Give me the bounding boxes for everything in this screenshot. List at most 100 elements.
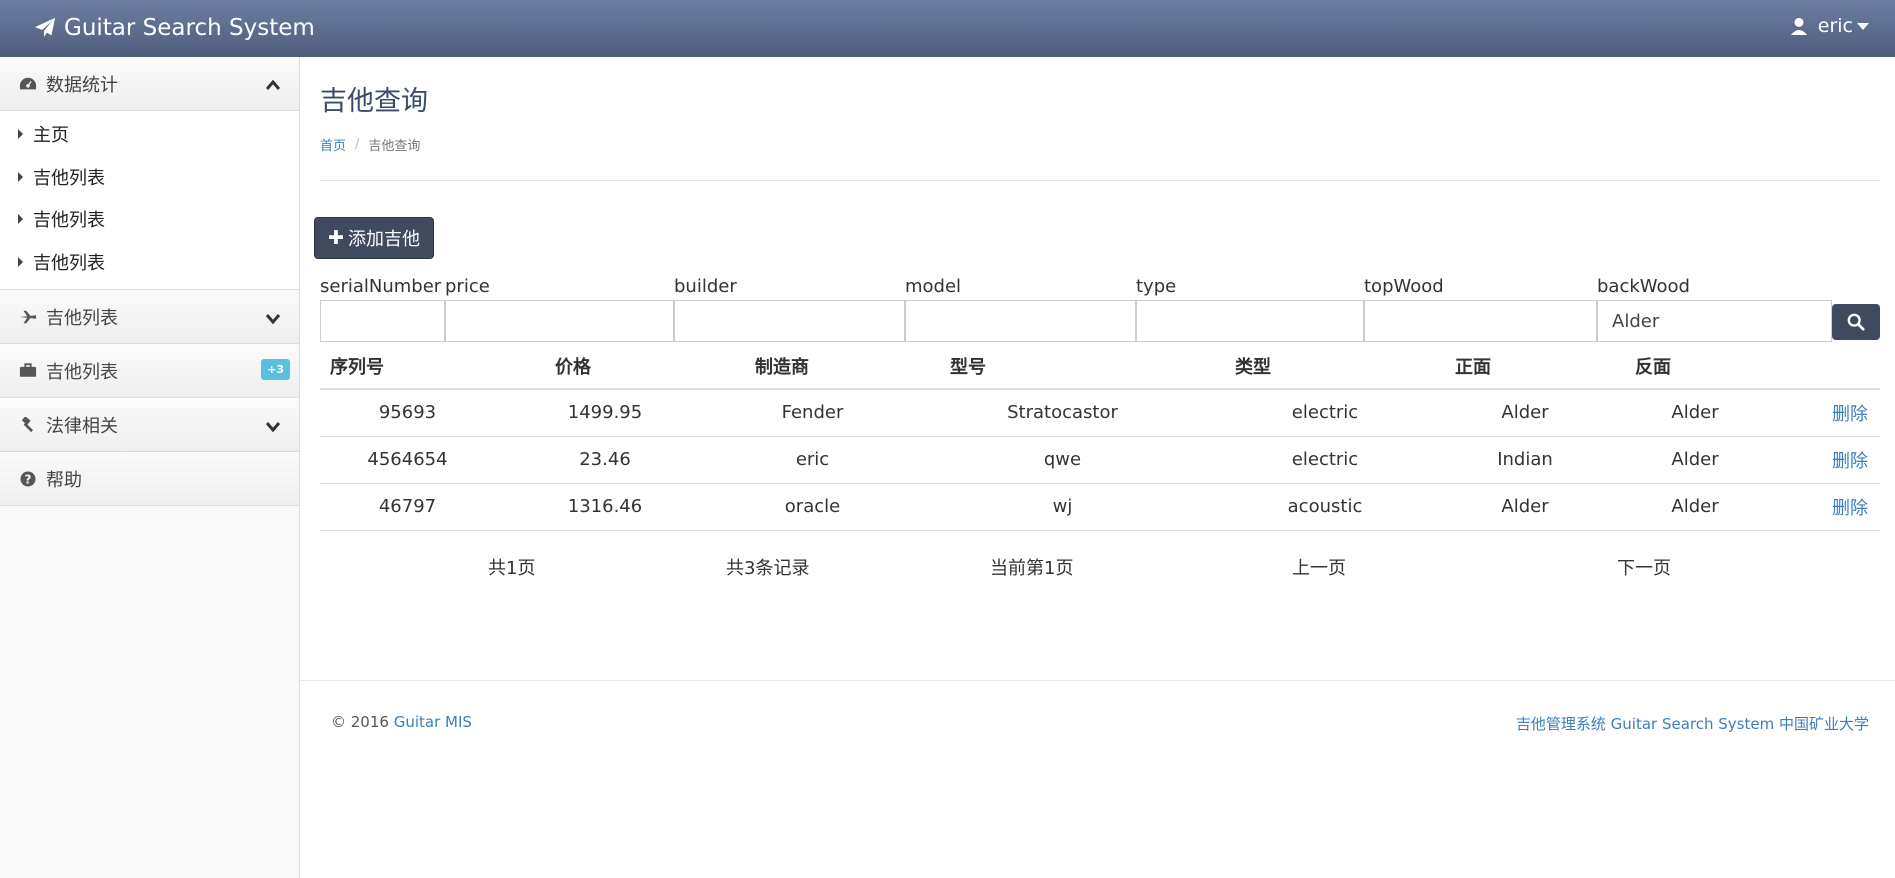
cell-actions: 删除 [1775,436,1880,484]
delete-link[interactable]: 删除 [1832,498,1868,519]
table-row: 95693 1499.95 Fender Stratocastor electr… [320,389,1880,437]
footer: © 2016 Guitar MIS 吉他管理系统 Guitar Search S… [300,680,1895,878]
sidebar-item-guitar-list[interactable]: 吉他列表 [0,156,299,199]
delete-link[interactable]: 删除 [1832,404,1868,425]
sidebar-section-guitar-list-badged[interactable]: 吉他列表 +3 [0,344,299,398]
sidebar-section-label: 法律相关 [46,415,118,437]
sidebar-item-guitar-list[interactable]: 吉他列表 [0,241,299,284]
footer-brand-link[interactable]: Guitar MIS [394,713,472,731]
cell-model: wj [910,483,1215,531]
serial-number-input[interactable] [320,300,445,342]
cell-type: electric [1215,389,1435,437]
cell-model: qwe [910,436,1215,484]
current-page: 当前第1页 [990,558,1074,579]
next-page-link[interactable]: 下一页 [1617,554,1671,580]
cell-back-wood: Alder [1615,483,1775,531]
column-header: 正面 [1435,344,1615,390]
back-wood-input[interactable] [1597,300,1832,342]
sidebar-section-label: 吉他列表 [46,307,118,329]
cell-actions: 删除 [1775,389,1880,437]
svg-text:?: ? [25,472,32,486]
column-header: 反面 [1615,344,1775,390]
filter-label-price: price [445,276,490,297]
user-icon [1790,17,1808,35]
gavel-icon [18,416,38,433]
price-input[interactable] [445,300,674,342]
pagination: 共1页 共3条记录 当前第1页 上一页 下一页 [300,554,1895,584]
filter-label-type: type [1136,276,1177,297]
main-content: 吉他查询 首页 / 吉他查询 ✚ 添加吉他 serialNumber price… [300,57,1895,878]
cell-type: electric [1215,436,1435,484]
caret-right-icon [18,214,23,225]
cell-model: Stratocastor [910,389,1215,437]
sidebar-item-label: 吉他列表 [33,252,105,274]
filter-label-back-wood: backWood [1597,276,1690,297]
filter-label-top-wood: topWood [1364,276,1444,297]
cell-serial: 95693 [320,389,495,437]
add-guitar-label: 添加吉他 [347,229,420,250]
brand-title: Guitar Search System [64,15,315,41]
sidebar-item-guitar-list[interactable]: 吉他列表 [0,198,299,241]
sidebar-section-stats[interactable]: 数据统计 [0,57,299,111]
type-input[interactable] [1136,300,1364,342]
divider [320,180,1880,181]
delete-link[interactable]: 删除 [1832,451,1868,472]
sidebar-section-label: 数据统计 [46,74,118,96]
cell-serial: 46797 [320,483,495,531]
plane-icon [18,310,38,324]
top-navbar: Guitar Search System eric [0,0,1895,57]
filter-label-builder: builder [674,276,737,297]
prev-page-link[interactable]: 上一页 [1292,554,1346,580]
table-row: 46797 1316.46 oracle wj acoustic Alder A… [320,483,1880,531]
user-menu[interactable]: eric [1790,12,1869,40]
copyright-text: © 2016 [331,713,389,731]
cell-builder: eric [715,436,910,484]
builder-input[interactable] [674,300,905,342]
total-records: 共3条记录 [726,558,810,579]
top-wood-input[interactable] [1364,300,1597,342]
column-header: 型号 [910,344,1215,390]
cell-top-wood: Indian [1435,436,1615,484]
sidebar-item-home[interactable]: 主页 [0,113,299,156]
cell-price: 1499.95 [495,389,715,437]
breadcrumb-home-link[interactable]: 首页 [320,135,346,154]
cell-actions: 删除 [1775,483,1880,531]
chevron-up-icon [265,75,281,96]
column-header: 类型 [1215,344,1435,390]
column-header-actions [1775,344,1880,390]
footer-copyright: © 2016 Guitar MIS [331,713,472,731]
sidebar-section-legal[interactable]: 法律相关 [0,398,299,452]
cell-back-wood: Alder [1615,389,1775,437]
table-row: 4564654 23.46 eric qwe electric Indian A… [320,436,1880,484]
caret-down-icon [1857,22,1869,30]
breadcrumb-current: 吉他查询 [368,139,421,154]
brand[interactable]: Guitar Search System [34,12,315,44]
briefcase-icon [18,363,38,378]
cell-builder: oracle [715,483,910,531]
caret-right-icon [18,256,23,267]
sidebar-submenu: 主页 吉他列表 吉他列表 吉他列表 [0,111,299,290]
username: eric [1817,15,1853,37]
caret-right-icon [18,129,23,140]
cell-back-wood: Alder [1615,436,1775,484]
model-input[interactable] [905,300,1136,342]
sidebar-item-label: 主页 [33,125,69,147]
dashboard-icon [18,76,38,92]
search-button[interactable] [1832,304,1880,340]
filter-labels: serialNumber price builder model type to… [300,276,1895,300]
sidebar-section-label: 帮助 [46,469,82,491]
cell-type: acoustic [1215,483,1435,531]
table-header-row: 序列号 价格 制造商 型号 类型 正面 反面 [320,344,1880,390]
sidebar-section-guitar-list[interactable]: 吉他列表 [0,290,299,344]
paper-plane-icon [34,17,56,38]
guitar-table: 序列号 价格 制造商 型号 类型 正面 反面 95693 1499.95 Fen… [320,344,1880,531]
cell-price: 23.46 [495,436,715,484]
caret-right-icon [18,171,23,182]
filter-label-model: model [905,276,962,297]
column-header: 制造商 [715,344,910,390]
chevron-down-icon [265,308,281,329]
sidebar-section-help[interactable]: ? 帮助 [0,452,299,506]
add-guitar-button[interactable]: ✚ 添加吉他 [314,217,434,259]
total-pages: 共1页 [488,558,536,579]
sidebar: 数据统计 主页 吉他列表 吉他列表 吉他列表 吉他列表 吉他列表 +3 法律相关… [0,57,300,878]
